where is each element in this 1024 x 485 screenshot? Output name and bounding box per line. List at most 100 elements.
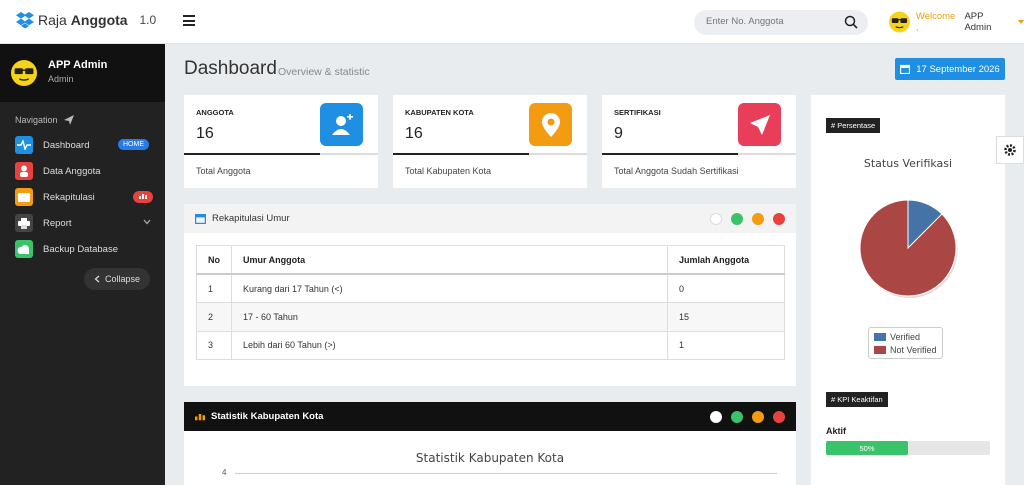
card-divider — [602, 153, 796, 155]
expand-icon[interactable] — [710, 213, 722, 225]
sidebar-menu: Dashboard HOME Data Anggota Rekapitulasi… — [0, 132, 165, 262]
chevron-down-icon — [1017, 20, 1024, 24]
card-divider — [393, 153, 587, 155]
panel-header: Statistik Kabupaten Kota — [184, 402, 796, 431]
search-input[interactable] — [706, 16, 836, 27]
stat-card-anggota: ANGGOTA 16 Total Anggota — [184, 95, 378, 188]
refresh-icon[interactable] — [731, 411, 743, 423]
sidebar-item-report[interactable]: Report — [0, 210, 165, 236]
gear-icon[interactable] — [996, 136, 1024, 164]
close-icon[interactable] — [773, 411, 785, 423]
card-value: 16 — [405, 125, 423, 142]
card-title: ANGGOTA — [196, 108, 234, 117]
column-header: Jumlah Anggota — [667, 245, 785, 275]
legend-swatch — [874, 345, 886, 354]
sidebar-item-label: Dashboard — [43, 139, 90, 151]
home-badge: HOME — [118, 139, 149, 150]
sidebar-item-rekapitulasi[interactable]: Rekapitulasi — [0, 184, 165, 210]
panel-title: Rekapitulasi Umur — [212, 213, 290, 224]
stat-card-kabupaten: KABUPATEN KOTA 16 Total Kabupaten Kota — [393, 95, 587, 188]
calendar-icon — [900, 64, 911, 74]
pie-chart — [859, 199, 958, 298]
rekapitulasi-panel: Rekapitulasi Umur No Umur Anggota Jumlah… — [184, 204, 796, 386]
expand-icon[interactable] — [710, 411, 722, 423]
menu-toggle-icon[interactable] — [183, 15, 195, 26]
pulse-icon — [15, 136, 33, 154]
sidebar: APP Admin Admin Navigation Dashboard HOM… — [0, 44, 165, 485]
sidebar-user: APP Admin Admin — [0, 44, 165, 102]
table-cell: 2 — [196, 302, 232, 332]
refresh-icon[interactable] — [731, 213, 743, 225]
card-value: 9 — [614, 125, 623, 142]
card-divider — [184, 153, 378, 155]
table-cell: 15 — [667, 302, 785, 332]
nav-label-text: Navigation — [15, 115, 58, 125]
search-icon[interactable] — [844, 15, 858, 29]
top-bar: Raja Anggota 1.0 Welcome , APP Admin — [0, 0, 1024, 44]
legend-swatch — [874, 332, 886, 341]
minimize-icon[interactable] — [752, 411, 764, 423]
column-header: Umur Anggota — [231, 245, 668, 275]
avatar — [889, 11, 910, 33]
rekapitulasi-table: No Umur Anggota Jumlah Anggota 1 Kurang … — [196, 245, 785, 360]
chart-legend: Verified Not Verified — [868, 327, 943, 359]
sidebar-item-dashboard[interactable]: Dashboard HOME — [0, 132, 165, 158]
folder-icon — [15, 188, 33, 206]
table-cell: 1 — [667, 330, 785, 360]
table-row: 3 Lebih dari 60 Tahun (>) 1 — [196, 330, 785, 360]
printer-icon — [15, 214, 33, 232]
pie-slice-not-verified[interactable] — [859, 199, 957, 297]
card-description: Total Kabupaten Kota — [405, 166, 492, 176]
card-description: Total Anggota Sudah Sertifikasi — [614, 166, 739, 176]
page-subtitle: Overview & statistic — [278, 66, 370, 78]
chevron-down-icon — [143, 219, 151, 225]
panel-controls — [710, 411, 785, 423]
sidebar-item-data-anggota[interactable]: Data Anggota — [0, 158, 165, 184]
minimize-icon[interactable] — [752, 213, 764, 225]
gridline — [235, 473, 777, 474]
y-tick-label: 4 — [222, 468, 227, 477]
table-cell: 3 — [196, 330, 232, 360]
legend-item: Verified — [874, 330, 937, 343]
sidebar-user-name: APP Admin — [48, 59, 108, 71]
table-row: 2 17 - 60 Tahun 15 — [196, 302, 785, 332]
user-menu[interactable]: Welcome , APP Admin — [889, 11, 1024, 33]
close-icon[interactable] — [773, 213, 785, 225]
panel-title: Statistik Kabupaten Kota — [211, 411, 324, 422]
bar-chart-icon — [195, 414, 205, 421]
bar-chart-badge — [133, 191, 153, 203]
send-icon — [738, 103, 781, 146]
table-cell: 1 — [196, 273, 232, 303]
brand-name-bold: Anggota — [70, 12, 128, 28]
table-cell: 0 — [667, 273, 785, 303]
sidebar-item-backup-database[interactable]: Backup Database — [0, 236, 165, 262]
user-icon — [15, 162, 33, 180]
card-title: KABUPATEN KOTA — [405, 108, 474, 117]
cloud-icon — [15, 240, 33, 258]
nav-label: Navigation — [15, 115, 74, 125]
table-cell: Kurang dari 17 Tahun (<) — [231, 273, 668, 303]
legend-label: Not Verified — [890, 344, 937, 355]
calendar-icon — [195, 213, 206, 224]
sidebar-item-label: Rekapitulasi — [43, 191, 95, 203]
user-name: APP Admin — [964, 11, 992, 33]
sidebar-user-role: Admin — [48, 74, 74, 84]
collapse-button[interactable]: Collapse — [84, 268, 150, 290]
persentase-tag: # Persentase — [826, 118, 881, 133]
statistik-panel: Statistik Kabupaten Kota Statistik Kabup… — [184, 402, 796, 485]
bar-chart-icon — [139, 194, 147, 199]
column-header: No — [196, 245, 232, 275]
card-description: Total Anggota — [196, 166, 251, 176]
table-cell: Lebih dari 60 Tahun (>) — [231, 330, 668, 360]
kpi-tag: # KPI Keaktifan — [826, 392, 888, 407]
sidebar-item-label: Data Anggota — [43, 165, 101, 177]
table-cell: 17 - 60 Tahun — [231, 302, 668, 332]
paper-plane-icon — [63, 115, 74, 125]
add-user-icon — [320, 103, 363, 146]
legend-label: Verified — [890, 331, 921, 342]
chevron-left-icon — [94, 275, 100, 283]
dropbox-icon — [16, 12, 34, 28]
legend-item: Not Verified — [874, 343, 937, 356]
brand-logo[interactable]: Raja Anggota 1.0 — [16, 12, 156, 28]
date-button[interactable]: 17 September 2026 — [895, 58, 1005, 80]
